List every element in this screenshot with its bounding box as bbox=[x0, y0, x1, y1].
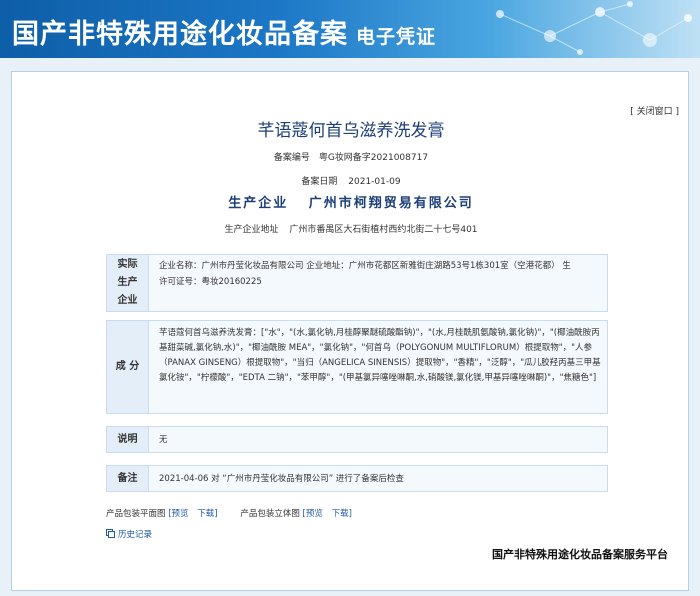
manufacturer-address-row: 生产企业地址 广州市番禺区大石街植村西约北街二十七号401 bbox=[12, 222, 690, 235]
actual-producer-label-line: 企业 bbox=[117, 295, 138, 306]
manufacturer-row: 生产企业 广州市柯翔贸易有限公司 bbox=[12, 192, 690, 211]
record-number-row: 备案编号 粤G妆网备字2021008717 bbox=[12, 150, 690, 163]
history-link[interactable]: 历史记录 bbox=[106, 528, 152, 540]
banner-title-sub: 电子凭证 bbox=[356, 26, 437, 48]
header-banner: 国产非特殊用途化妆品备案 电子凭证 bbox=[0, 0, 700, 58]
flat-preview-label[interactable]: 预览 bbox=[172, 509, 189, 519]
certificate-panel: [ 关闭窗口 ] 芊语蔻何首乌滋养洗发膏 备案编号 粤G妆网备字20210087… bbox=[11, 71, 689, 591]
actual-producer-line2: 许可证号：粤妆20160225 bbox=[159, 277, 262, 287]
actual-producer-line1: 企业名称：广州市丹莹化妆品有限公司 企业地址：广州市花都区新雅街庄湖路53号1栋… bbox=[159, 261, 571, 271]
ingredients-text: 芊语蔻何首乌滋养洗发膏：["水"，"(水,氯化钠,月桂醇聚醚硫酸酯钠)"，"(水… bbox=[159, 328, 601, 383]
flat-preview-link[interactable]: [预览 bbox=[168, 509, 188, 519]
record-number-value: 粤G妆网备字2021008717 bbox=[318, 153, 429, 163]
remarks-text: 2021-04-06 对 “广州市丹莹化妆品有限公司” 进行了备案后检查 bbox=[159, 474, 404, 484]
history-icon bbox=[106, 529, 115, 538]
solid-preview-label[interactable]: 预览 bbox=[306, 509, 323, 519]
solid-packaging-label: 产品包装立体图 bbox=[240, 509, 300, 519]
solid-download-label[interactable]: 下载 bbox=[332, 509, 349, 519]
record-date-value: 2021-01-09 bbox=[348, 177, 401, 187]
solid-preview-link[interactable]: [预览 bbox=[303, 509, 323, 519]
record-number-label: 备案编号 bbox=[273, 153, 310, 163]
banner-title-main: 国产非特殊用途化妆品备案 bbox=[12, 19, 348, 50]
record-date-row: 备案日期 2021-01-09 bbox=[12, 174, 690, 187]
notes-label: 说明 bbox=[107, 427, 149, 452]
product-name: 芊语蔻何首乌滋养洗发膏 bbox=[257, 121, 445, 141]
molecule-decoration-icon bbox=[496, 1, 692, 55]
manufacturer-address-label: 生产企业地址 bbox=[224, 225, 279, 235]
record-date-label: 备案日期 bbox=[301, 177, 338, 187]
flat-packaging-label: 产品包装平面图 bbox=[106, 509, 166, 519]
banner-title: 国产非特殊用途化妆品备案 电子凭证 bbox=[12, 12, 436, 51]
manufacturer-address-value: 广州市番禺区大石街植村西约北街二十七号401 bbox=[289, 225, 478, 235]
manufacturer-label: 生产企业 bbox=[228, 196, 289, 211]
ingredients-label: 成 分 bbox=[107, 321, 149, 413]
history-label[interactable]: 历史记录 bbox=[118, 530, 152, 540]
packaging-row: 产品包装平面图 [预览 下载] 产品包装立体图 [预览 下载] bbox=[106, 507, 352, 519]
actual-producer-label: 实际 生产 企业 bbox=[107, 255, 149, 311]
actual-producer-label-line: 实际 bbox=[117, 259, 138, 270]
actual-producer-label-line: 生产 bbox=[117, 277, 138, 288]
remarks-label: 备注 bbox=[107, 466, 149, 491]
manufacturer-value: 广州市柯翔贸易有限公司 bbox=[308, 196, 474, 211]
flat-download-link[interactable]: 下载] bbox=[197, 509, 217, 519]
ingredients-section: 成 分 芊语蔻何首乌滋养洗发膏：["水"，"(水,氯化钠,月桂醇聚醚硫酸酯钠)"… bbox=[106, 320, 608, 414]
flat-download-label[interactable]: 下载 bbox=[197, 509, 214, 519]
actual-producer-section: 实际 生产 企业 企业名称：广州市丹莹化妆品有限公司 企业地址：广州市花都区新雅… bbox=[106, 254, 608, 312]
notes-text: 无 bbox=[159, 435, 168, 445]
footer-platform-name: 国产非特殊用途化妆品备案服务平台 bbox=[492, 548, 668, 561]
remarks-section: 备注 2021-04-06 对 “广州市丹莹化妆品有限公司” 进行了备案后检查 bbox=[106, 465, 608, 492]
notes-section: 说明 无 bbox=[106, 426, 608, 453]
solid-download-link[interactable]: 下载] bbox=[332, 509, 352, 519]
